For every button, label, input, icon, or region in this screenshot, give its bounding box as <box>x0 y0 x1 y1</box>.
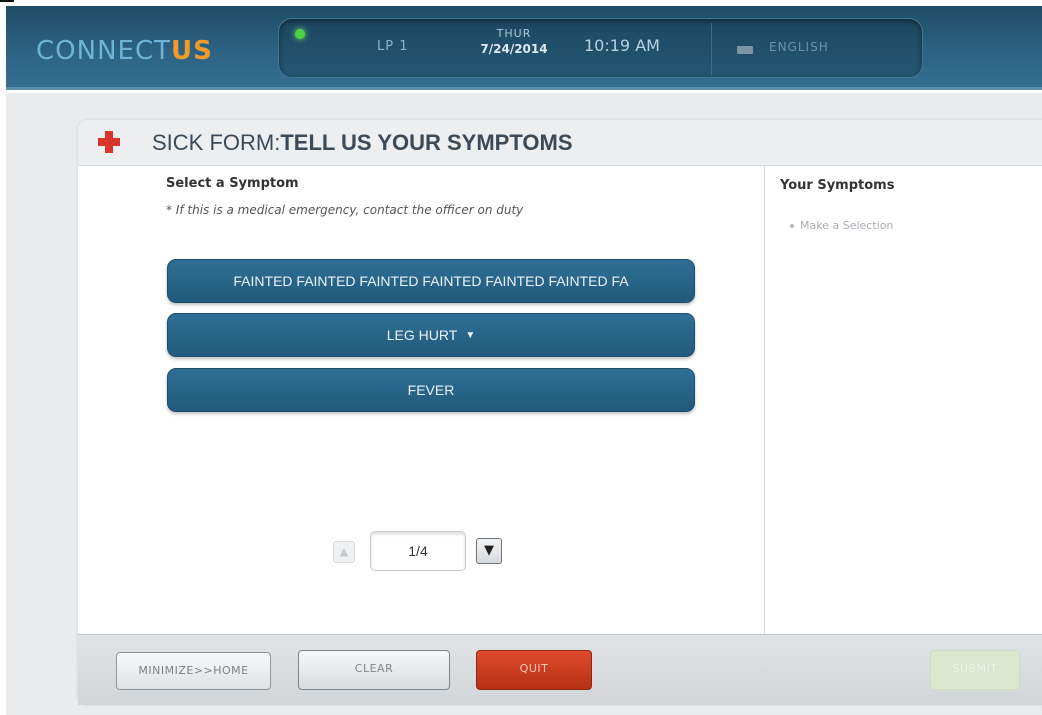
selection-placeholder: Make a Selection <box>790 219 1030 232</box>
page-down-button[interactable]: ▼ <box>476 538 502 564</box>
symptom-button-fainted[interactable]: FAINTED FAINTED FAINTED FAINTED FAINTED … <box>167 259 695 303</box>
logo-accent: US <box>170 36 213 66</box>
unit-label: LP 1 <box>377 39 409 54</box>
your-symptoms-heading: Your Symptoms <box>780 178 895 193</box>
sick-form-card: SICK FORM:TELL US YOUR SYMPTOMS Select a… <box>78 120 1042 705</box>
app-logo: CONNECTUS <box>36 36 213 66</box>
submit-button[interactable]: SUBMIT <box>930 650 1020 690</box>
us-flag-icon[interactable] <box>737 46 753 54</box>
title-main: TELL US YOUR SYMPTOMS <box>280 130 573 155</box>
date-display: THUR 7/24/2014 <box>469 27 559 56</box>
quit-button[interactable]: QUIT <box>476 650 592 690</box>
card-header: SICK FORM:TELL US YOUR SYMPTOMS <box>78 120 1042 166</box>
symptom-button-leg-hurt[interactable]: LEG HURT ▼ <box>167 313 695 357</box>
status-bar: LP 1 THUR 7/24/2014 10:19 AM ENGLISH <box>278 18 923 78</box>
page-indicator: 1/4 <box>370 531 466 571</box>
column-divider <box>764 166 765 634</box>
placeholder-text: Make a Selection <box>800 219 894 232</box>
medical-cross-icon <box>98 131 120 153</box>
day-label: THUR <box>496 27 532 40</box>
online-status-icon <box>295 29 305 39</box>
caret-down-icon: ▼ <box>465 330 476 342</box>
page-title: SICK FORM:TELL US YOUR SYMPTOMS <box>152 130 573 156</box>
logo-main: CONNECT <box>36 36 171 66</box>
status-divider <box>711 23 712 75</box>
footer-bar: MINIMIZE>>HOME CLEAR QUIT SUBMIT <box>78 634 1042 705</box>
clear-button[interactable]: CLEAR <box>298 650 450 690</box>
minimize-home-button[interactable]: MINIMIZE>>HOME <box>116 652 271 690</box>
your-symptoms-panel: Your Symptoms Make a Selection <box>780 178 1030 232</box>
time-label: 10:19 AM <box>584 36 660 55</box>
app-header: CONNECTUS LP 1 THUR 7/24/2014 10:19 AM E… <box>6 6 1042 90</box>
symptom-label: LEG HURT <box>386 327 458 343</box>
page-up-button[interactable]: ▲ <box>333 541 355 563</box>
corner-mark <box>0 0 14 2</box>
date-label: 7/24/2014 <box>480 42 548 56</box>
symptom-button-fever[interactable]: FEVER <box>167 368 695 412</box>
bullet-icon <box>790 224 794 228</box>
select-symptom-heading: Select a Symptom <box>166 176 299 191</box>
title-prefix: SICK FORM: <box>152 130 281 155</box>
language-selector[interactable]: ENGLISH <box>769 40 829 54</box>
symptom-selection-panel: Select a Symptom * If this is a medical … <box>166 176 706 217</box>
emergency-note: * If this is a medical emergency, contac… <box>166 203 524 217</box>
